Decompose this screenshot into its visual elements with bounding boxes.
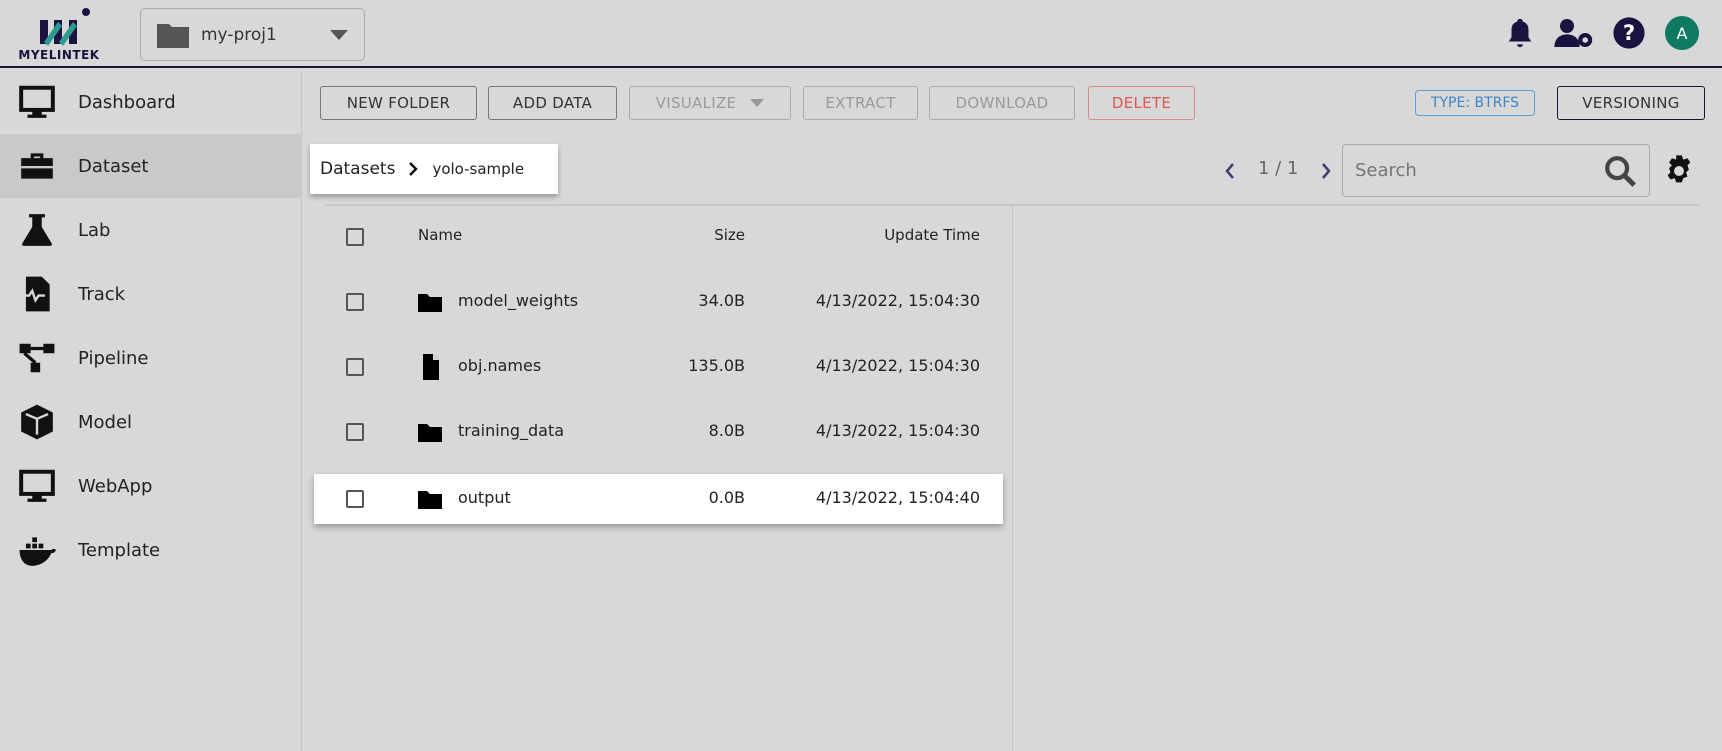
column-update-time[interactable]: Update Time	[884, 226, 980, 244]
page-indicator: 1 / 1	[1258, 158, 1299, 179]
caret-down-icon	[330, 29, 348, 40]
monitor-icon	[19, 469, 55, 502]
versioning-button[interactable]: VERSIONING	[1557, 86, 1705, 120]
row-checkbox[interactable]	[346, 423, 364, 441]
myelintek-logo[interactable]: MYELINTEK	[14, 6, 104, 64]
user-avatar[interactable]: A	[1665, 16, 1699, 50]
table-header: Name Size Update Time	[314, 212, 1003, 262]
row-checkbox[interactable]	[346, 490, 364, 508]
flask-icon	[22, 214, 52, 246]
visualize-button[interactable]: VISUALIZE	[629, 86, 791, 120]
update-time: 4/13/2022, 15:04:30	[815, 356, 980, 375]
folder-icon	[157, 23, 189, 48]
type-badge: TYPE: BTRFS	[1415, 90, 1535, 116]
search-icon[interactable]	[1603, 154, 1637, 188]
sidebar-item-webapp[interactable]: WebApp	[0, 454, 302, 518]
monitor-icon	[19, 85, 55, 118]
user-settings-icon[interactable]	[1553, 16, 1595, 50]
table-row[interactable]: training_data 8.0B 4/13/2022, 15:04:30	[314, 407, 1003, 457]
file-size: 34.0B	[698, 291, 745, 310]
table-row[interactable]: output 0.0B 4/13/2022, 15:04:40	[314, 474, 1003, 524]
file-name[interactable]: training_data	[458, 421, 564, 440]
update-time: 4/13/2022, 15:04:30	[815, 421, 980, 440]
toolbox-icon	[21, 153, 53, 179]
search-input[interactable]	[1355, 160, 1603, 181]
next-page-icon[interactable]	[1320, 162, 1332, 180]
project-selector[interactable]: my-proj1	[140, 8, 365, 61]
new-folder-button[interactable]: NEW FOLDER	[320, 86, 477, 120]
column-size[interactable]: Size	[714, 226, 745, 244]
file-pulse-icon	[21, 276, 50, 312]
update-time: 4/13/2022, 15:04:40	[815, 488, 980, 507]
file-size: 8.0B	[708, 421, 745, 440]
panel-divider	[1012, 206, 1013, 751]
cube-icon	[21, 404, 53, 440]
help-icon[interactable]: ?	[1612, 16, 1646, 50]
project-name: my-proj1	[201, 24, 277, 45]
file-name[interactable]: model_weights	[458, 291, 578, 310]
table-row[interactable]: model_weights 34.0B 4/13/2022, 15:04:30	[314, 277, 1003, 327]
settings-gear-icon[interactable]	[1662, 154, 1696, 188]
add-data-button[interactable]: ADD DATA	[488, 86, 617, 120]
sitemap-icon	[19, 343, 55, 373]
extract-button[interactable]: EXTRACT	[803, 86, 918, 120]
breadcrumb-current: yolo-sample	[432, 160, 525, 178]
delete-button[interactable]: DELETE	[1088, 86, 1195, 120]
sidebar-item-template[interactable]: Template	[0, 518, 302, 582]
folder-icon	[418, 491, 442, 509]
folder-icon	[418, 294, 442, 312]
download-button[interactable]: DOWNLOAD	[929, 86, 1075, 120]
select-all-checkbox[interactable]	[346, 228, 364, 246]
file-size: 135.0B	[688, 356, 745, 375]
prev-page-icon[interactable]	[1224, 162, 1236, 180]
bell-icon[interactable]	[1503, 16, 1537, 50]
sidebar-item-model[interactable]: Model	[0, 390, 302, 454]
file-name[interactable]: output	[458, 488, 511, 507]
update-time: 4/13/2022, 15:04:30	[815, 291, 980, 310]
row-checkbox[interactable]	[346, 358, 364, 376]
sidebar-item-lab[interactable]: Lab	[0, 198, 302, 262]
caret-down-icon	[750, 99, 765, 107]
svg-text:?: ?	[1623, 21, 1635, 46]
breadcrumb-root[interactable]: Datasets	[320, 159, 395, 179]
file-name[interactable]: obj.names	[458, 356, 541, 375]
search-box	[1342, 144, 1650, 197]
column-name[interactable]: Name	[418, 226, 462, 244]
file-icon	[423, 354, 439, 380]
sidebar: Dashboard Dataset Lab Track Pipeline Mod…	[0, 70, 302, 751]
folder-icon	[418, 424, 442, 442]
breadcrumb: Datasets yolo-sample	[310, 144, 558, 194]
sidebar-item-pipeline[interactable]: Pipeline	[0, 326, 302, 390]
table-row[interactable]: obj.names 135.0B 4/13/2022, 15:04:30	[314, 342, 1003, 392]
docker-icon	[19, 537, 56, 566]
row-checkbox[interactable]	[346, 293, 364, 311]
chevron-right-icon	[409, 162, 419, 176]
file-size: 0.0B	[708, 488, 745, 507]
sidebar-item-track[interactable]: Track	[0, 262, 302, 326]
top-header: MYELINTEK my-proj1 ? A	[0, 0, 1722, 68]
sidebar-item-dataset[interactable]: Dataset	[0, 134, 302, 198]
sidebar-item-dashboard[interactable]: Dashboard	[0, 70, 302, 134]
